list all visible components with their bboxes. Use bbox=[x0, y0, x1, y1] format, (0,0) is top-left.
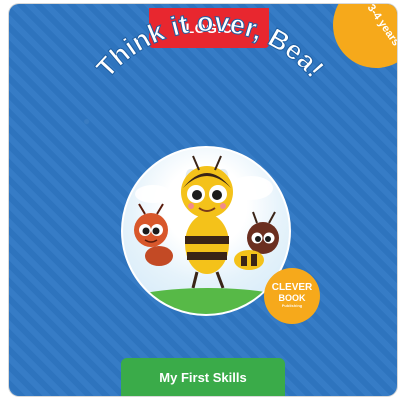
logo-line-2: BOOK bbox=[278, 293, 306, 303]
book-cover: LOGIC 3-4 years Think it over, Bea! CLEV… bbox=[9, 4, 397, 396]
series-label: My First Skills bbox=[159, 369, 247, 385]
book-title: Think it over, Bea! bbox=[90, 7, 329, 84]
publisher-logo: CLEVER BOOK Publishing bbox=[264, 268, 320, 324]
logo-line-3: Publishing bbox=[281, 303, 303, 308]
brown-ant-character bbox=[234, 211, 279, 270]
book-title-text: Think it over, Bea! bbox=[90, 6, 330, 84]
red-ant-character bbox=[134, 203, 173, 266]
logo-line-1: CLEVER bbox=[271, 282, 313, 293]
series-badge: My First Skills bbox=[121, 358, 285, 396]
bee-character bbox=[181, 155, 233, 289]
